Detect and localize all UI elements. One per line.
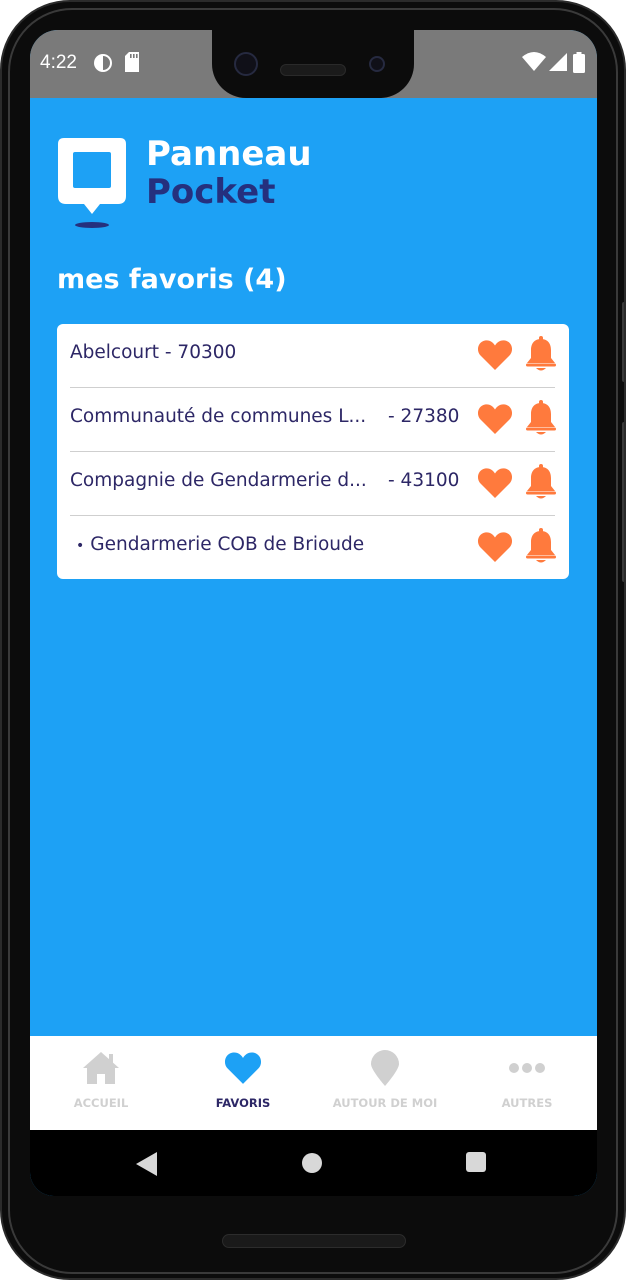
battery-icon — [573, 52, 585, 73]
earpiece-speaker — [280, 64, 346, 76]
favorite-item[interactable]: Abelcourt - 70300 — [70, 324, 557, 388]
home-button-icon[interactable] — [302, 1153, 322, 1173]
status-bar: 4:22 — [30, 30, 597, 98]
heart-icon[interactable] — [477, 530, 513, 564]
nav-label: ACCUEIL — [73, 1096, 129, 1110]
front-sensor — [369, 56, 385, 72]
bottom-navigation: ACCUEIL FAVORIS AUTOUR DE MOI AUTRES — [30, 1036, 597, 1130]
app-screen: 4:22 Panneau Pocket mes favoris (4) Abel… — [30, 30, 597, 1196]
signal-icon — [549, 53, 567, 71]
heart-icon[interactable] — [477, 338, 513, 372]
nav-autour-de-moi[interactable]: AUTOUR DE MOI — [314, 1036, 456, 1130]
heart-icon — [224, 1052, 262, 1084]
camera-notch — [212, 30, 414, 98]
system-navigation-bar — [30, 1130, 597, 1196]
favorite-item[interactable]: Gendarmerie COB de Brioude — [70, 516, 557, 580]
panneau-pocket-logo: Panneau Pocket — [56, 134, 356, 234]
favorite-postcode: - 43100 — [388, 470, 460, 491]
bell-icon[interactable] — [525, 528, 557, 564]
phone-frame: 4:22 Panneau Pocket mes favoris (4) Abel… — [0, 0, 626, 1280]
nav-accueil[interactable]: ACCUEIL — [30, 1036, 172, 1130]
favorite-item[interactable]: Compagnie de Gendarmerie d... - 43100 — [70, 452, 557, 516]
back-icon[interactable] — [136, 1152, 158, 1176]
favorite-item[interactable]: Communauté de communes L... - 27380 — [70, 388, 557, 452]
power-button — [622, 302, 624, 382]
front-camera — [234, 52, 258, 76]
heart-icon[interactable] — [477, 466, 513, 500]
data-saver-icon — [94, 54, 112, 72]
favorite-name: Abelcourt - 70300 — [70, 342, 237, 363]
favorite-name: Communauté de communes L... — [70, 406, 367, 427]
nav-autres[interactable]: AUTRES — [456, 1036, 597, 1130]
logo-sign-icon — [58, 138, 126, 228]
nav-label: AUTRES — [501, 1096, 553, 1110]
nav-label: FAVORIS — [215, 1096, 271, 1110]
favorite-name: Gendarmerie COB de Brioude — [76, 534, 391, 555]
bell-icon[interactable] — [525, 336, 557, 372]
nav-favoris[interactable]: FAVORIS — [172, 1036, 314, 1130]
favorites-list: Abelcourt - 70300 Communauté de communes… — [57, 324, 569, 579]
nav-label: AUTOUR DE MOI — [332, 1096, 438, 1110]
more-icon — [509, 1063, 545, 1073]
bell-icon[interactable] — [525, 400, 557, 436]
heart-icon[interactable] — [477, 402, 513, 436]
favorite-postcode: - 27380 — [388, 406, 460, 427]
favorite-name: Compagnie de Gendarmerie d... — [70, 470, 367, 491]
sd-card-icon — [125, 52, 139, 72]
recent-apps-icon[interactable] — [466, 1152, 486, 1172]
status-time: 4:22 — [40, 52, 77, 73]
home-icon — [83, 1052, 119, 1084]
location-pin-icon — [371, 1050, 399, 1086]
wifi-icon — [522, 52, 546, 71]
bell-icon[interactable] — [525, 464, 557, 500]
bottom-speaker — [222, 1234, 406, 1248]
logo-text-pocket: Pocket — [146, 172, 276, 212]
volume-button — [622, 422, 624, 582]
favorites-title: mes favoris (4) — [57, 264, 287, 295]
logo-text-panneau: Panneau — [146, 134, 312, 174]
